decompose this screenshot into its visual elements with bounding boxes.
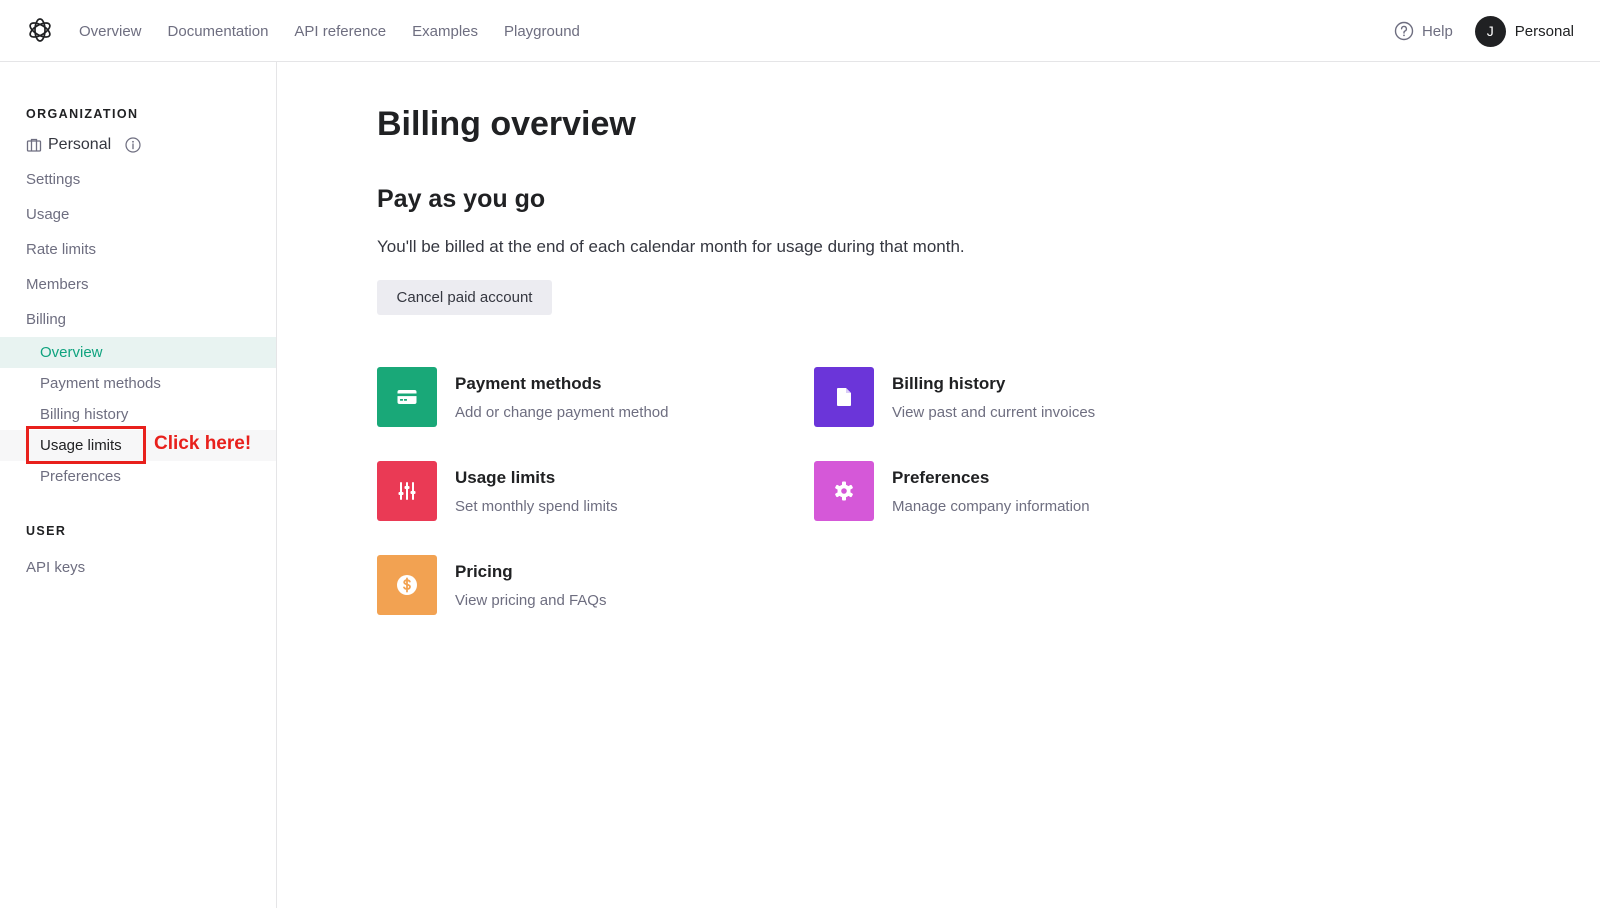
- openai-logo-icon[interactable]: [26, 16, 54, 44]
- main-content: Billing overview Pay as you go You'll be…: [377, 62, 1600, 908]
- card-billing-history[interactable]: Billing history View past and current in…: [814, 367, 1194, 427]
- sidebar-item-rate-limits[interactable]: Rate limits: [26, 241, 96, 258]
- account-label: Personal: [1514, 22, 1574, 40]
- card-pricing[interactable]: Pricing View pricing and FAQs: [377, 555, 757, 615]
- sidebar-item-members[interactable]: Members: [26, 276, 89, 293]
- plan-description: You'll be billed at the end of each cale…: [377, 237, 965, 256]
- card-preferences[interactable]: Preferences Manage company information: [814, 461, 1194, 521]
- help-label: Help: [1421, 22, 1453, 40]
- card-title: Pricing: [455, 562, 513, 581]
- account-menu[interactable]: J Personal: [1474, 15, 1574, 47]
- card-subtitle: Add or change payment method: [455, 404, 669, 421]
- dollar-icon: [397, 575, 417, 595]
- top-nav: Overview Documentation API reference Exa…: [79, 0, 580, 62]
- card-icon-tile: [377, 367, 437, 427]
- card-icon-tile: [814, 367, 874, 427]
- sidebar-sub-payment-methods[interactable]: Payment methods: [0, 368, 276, 399]
- briefcase-icon: [26, 138, 42, 152]
- document-icon: [837, 388, 851, 406]
- gear-icon: [835, 481, 853, 501]
- org-selector[interactable]: Personal: [26, 136, 141, 154]
- organization-heading: ORGANIZATION: [26, 107, 139, 121]
- sidebar-sub-overview[interactable]: Overview: [0, 337, 276, 368]
- card-usage-limits[interactable]: Usage limits Set monthly spend limits: [377, 461, 757, 521]
- card-subtitle: Manage company information: [892, 498, 1090, 515]
- nav-overview[interactable]: Overview: [79, 23, 142, 40]
- nav-examples[interactable]: Examples: [412, 23, 478, 40]
- info-icon[interactable]: [125, 137, 141, 153]
- cancel-paid-account-button[interactable]: Cancel paid account: [377, 280, 552, 315]
- sidebar-item-usage[interactable]: Usage: [26, 206, 69, 223]
- sidebar: ORGANIZATION Personal Settings Usage Rat…: [0, 62, 277, 908]
- card-icon-tile: [814, 461, 874, 521]
- card-title: Payment methods: [455, 374, 602, 393]
- nav-playground[interactable]: Playground: [504, 23, 580, 40]
- org-name: Personal: [48, 136, 112, 153]
- sliders-icon: [398, 482, 416, 500]
- page-title: Billing overview: [377, 105, 636, 143]
- sidebar-item-settings[interactable]: Settings: [26, 171, 80, 188]
- user-heading: USER: [26, 524, 67, 538]
- card-icon-tile: [377, 461, 437, 521]
- card-subtitle: Set monthly spend limits: [455, 498, 618, 515]
- help-button[interactable]: Help: [1394, 21, 1453, 41]
- card-subtitle: View past and current invoices: [892, 404, 1096, 421]
- credit-card-icon: [397, 390, 417, 404]
- nav-documentation[interactable]: Documentation: [168, 23, 269, 40]
- help-icon: [1394, 21, 1414, 41]
- card-subtitle: View pricing and FAQs: [455, 592, 607, 609]
- plan-title: Pay as you go: [377, 185, 546, 213]
- top-right-controls: Help J Personal: [1394, 0, 1574, 62]
- sidebar-item-api-keys[interactable]: API keys: [26, 559, 85, 576]
- nav-api-reference[interactable]: API reference: [294, 23, 386, 40]
- annotation-highlight-box: [26, 426, 146, 464]
- card-icon-tile: [377, 555, 437, 615]
- avatar: J: [1474, 15, 1506, 47]
- sidebar-sub-preferences[interactable]: Preferences: [0, 461, 276, 492]
- card-title: Billing history: [892, 374, 1006, 393]
- sidebar-item-billing[interactable]: Billing: [26, 311, 66, 328]
- card-title: Usage limits: [455, 468, 556, 487]
- annotation-click-here: Click here!: [154, 433, 252, 454]
- card-title: Preferences: [892, 468, 990, 487]
- card-payment-methods[interactable]: Payment methods Add or change payment me…: [377, 367, 757, 427]
- top-navigation-bar: Overview Documentation API reference Exa…: [0, 0, 1600, 62]
